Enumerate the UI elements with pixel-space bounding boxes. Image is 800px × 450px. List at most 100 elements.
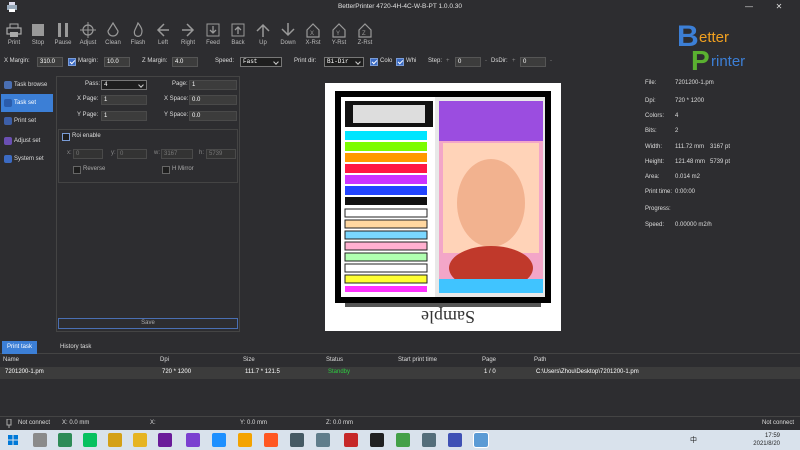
back-icon [231,23,245,37]
col-status[interactable]: Status [326,357,343,363]
roi-h-input[interactable]: 5739 [206,149,236,159]
roi-x-label: x: [67,150,72,156]
xpage-input[interactable]: 1 [101,95,147,105]
info-area: Area: 0.014 m2 [645,174,701,180]
task-tabs: Print task History task [0,340,800,354]
col-path[interactable]: Path [534,357,546,363]
printer-icon [6,23,22,37]
app-icon-5[interactable] [158,433,172,447]
color-checkbox[interactable] [370,58,378,66]
x-reset-button[interactable]: X X-Rst [300,22,326,46]
print-button[interactable]: Print [1,22,27,46]
flame-icon [133,22,143,37]
pass-select[interactable]: 4 [101,80,147,90]
svg-text:rinter: rinter [711,53,745,70]
stop-button[interactable]: Stop [25,22,51,46]
dsdir-input[interactable]: 0 [520,57,546,67]
print-set-icon [4,117,12,125]
tab-history-task[interactable]: History task [55,341,96,354]
betterprinter-taskbar-icon[interactable] [473,432,489,448]
flash-button[interactable]: Flash [125,22,151,46]
white-checkbox[interactable] [396,58,404,66]
roi-enable-checkbox[interactable] [62,133,70,141]
arrow-left-icon [156,23,169,37]
col-name[interactable]: Name [3,357,19,363]
xspace-label: X Space: [164,96,189,102]
x-margin-input[interactable]: 310.0 [37,57,63,67]
xpage-label: X Page: [77,96,99,102]
left-button[interactable]: Left [150,22,176,46]
app-icon-14[interactable] [396,433,410,447]
roi-w-input[interactable]: 3167 [161,149,193,159]
print-dir-select[interactable]: Bi-Dir [324,57,364,67]
dsdir-plus[interactable]: + [512,58,516,64]
up-button[interactable]: Up [250,22,276,46]
col-dpi[interactable]: Dpi [160,357,169,363]
sidebar-item-adjust-set[interactable]: Adjust set [1,132,53,150]
arrow-down-icon [281,23,295,37]
step-input[interactable]: 0 [455,57,481,67]
speed-select[interactable]: Fast [240,57,282,67]
app-icon-11[interactable] [316,433,330,447]
margin-checkbox[interactable] [68,58,76,66]
windows-start-icon[interactable] [8,435,18,445]
col-size[interactable]: Size [243,357,255,363]
app-icon-10[interactable] [290,433,304,447]
col-start-time[interactable]: Start print time [398,357,437,363]
roi-y-input[interactable]: 0 [117,149,147,159]
step-plus[interactable]: + [446,58,450,64]
close-button[interactable]: ✕ [768,0,790,14]
y-reset-button[interactable]: Y Y-Rst [326,22,352,46]
sidebar-item-print-set[interactable]: Print set [1,112,53,130]
roi-x-input[interactable]: 0 [73,149,103,159]
save-button[interactable]: Save [58,318,238,329]
task-view-icon[interactable] [33,433,47,447]
wechat-icon[interactable] [83,433,97,447]
back-button[interactable]: Back [225,22,251,46]
app-icon-3[interactable] [108,433,122,447]
cell-dpi: 720 * 1200 [162,369,192,375]
info-width: Width: 111.72 mm 3167 pt [645,144,731,150]
down-button[interactable]: Down [275,22,301,46]
minimize-button[interactable]: — [738,0,760,14]
step-minus[interactable]: - [485,58,487,64]
app-icon-12[interactable] [344,433,358,447]
feed-button[interactable]: Feed [200,22,226,46]
xspace-input[interactable]: 0.0 [189,95,237,105]
visual-studio-icon[interactable] [186,433,200,447]
app-window: BetterPrinter 4720-4H-4C-W-B-PT 1.0.0.30… [0,0,800,430]
app-icon-16[interactable] [448,433,462,447]
yspace-input[interactable]: 0.0 [189,111,237,121]
terminal-icon[interactable] [370,433,384,447]
dsdir-minus[interactable]: - [550,58,552,64]
col-page[interactable]: Page [482,357,496,363]
page-input[interactable]: 1 [189,80,237,90]
print-preview[interactable]: Sample [325,83,561,331]
pause-button[interactable]: Pause [50,22,76,46]
connection-icon [6,419,12,428]
app-icon-7[interactable] [212,433,226,447]
app-icon-8[interactable] [238,433,252,447]
app-icon-1[interactable] [58,433,72,447]
app-icon-15[interactable] [422,433,436,447]
z-reset-button[interactable]: Z Z-Rst [352,22,378,46]
reverse-checkbox[interactable] [73,166,81,174]
sidebar-item-task-set[interactable]: Task set [1,94,53,112]
right-button[interactable]: Right [175,22,201,46]
hmirror-checkbox[interactable] [162,166,170,174]
z-margin-input[interactable]: 4.0 [172,57,198,67]
ime-indicator[interactable]: 中 [690,435,697,445]
adjust-button[interactable]: Adjust [75,22,101,46]
tab-print-task[interactable]: Print task [2,341,38,354]
sidebar-item-system-set[interactable]: System set [1,150,53,168]
taskbar-clock[interactable]: 17:59 2021/8/20 [753,432,780,448]
margin-input[interactable]: 10.0 [104,57,130,67]
sidebar-item-task-browse[interactable]: Task browse [1,76,53,94]
clean-button[interactable]: Clean [100,22,126,46]
file-explorer-icon[interactable] [133,433,147,447]
app-icon-9[interactable] [264,433,278,447]
color-label: Colo [380,58,393,64]
white-label: Whi [406,58,417,64]
table-row[interactable]: 7201200-1.pm 720 * 1200 111.7 * 121.5 St… [0,367,800,379]
ypage-input[interactable]: 1 [101,111,147,121]
